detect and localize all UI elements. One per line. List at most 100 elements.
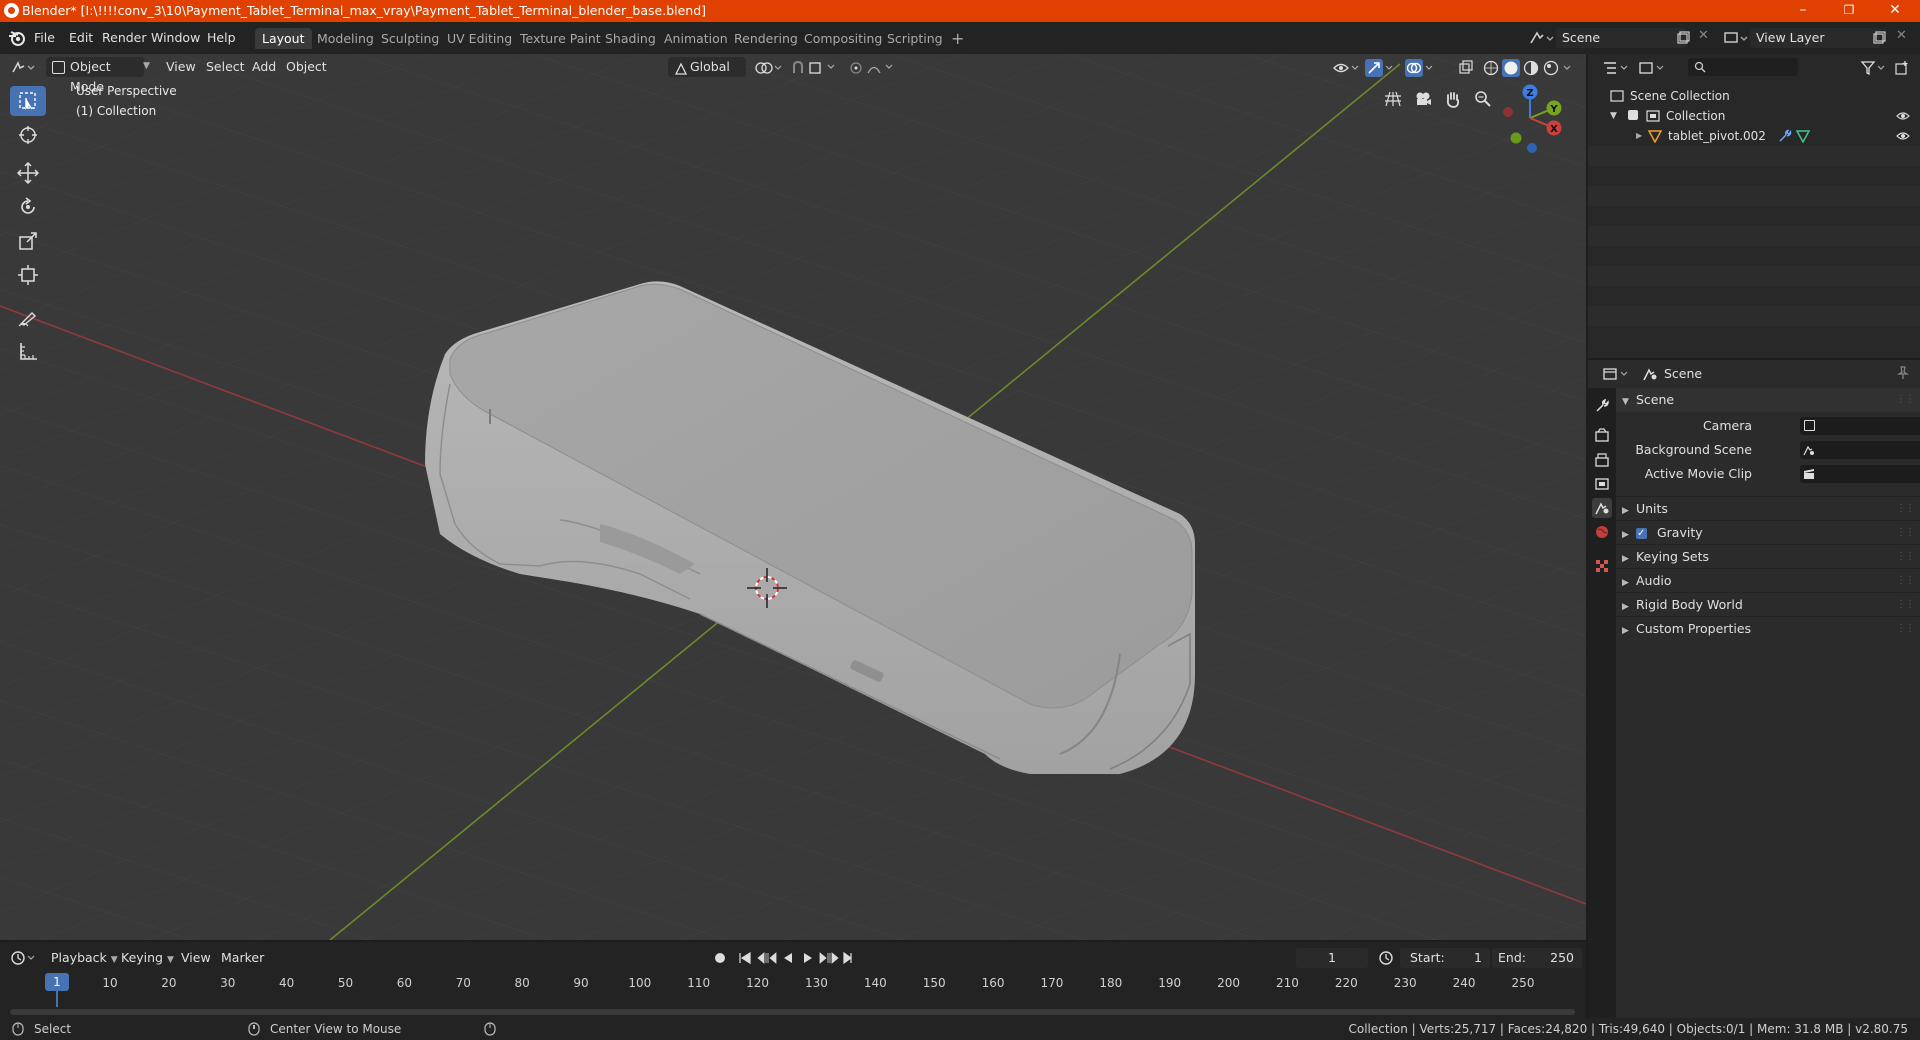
wrench-icon[interactable]	[1778, 129, 1792, 143]
tab-layout[interactable]: Layout	[255, 28, 312, 49]
tab-render-properties[interactable]	[1592, 426, 1612, 446]
background-scene-field[interactable]	[1800, 441, 1920, 459]
maximize-button[interactable]: ❐	[1826, 0, 1872, 22]
drag-handle-icon[interactable]: ⋮⋮	[1896, 593, 1915, 617]
scene-selector-icon[interactable]	[1528, 29, 1554, 47]
tab-tool-properties[interactable]	[1592, 396, 1612, 416]
tab-modeling[interactable]: Modeling	[310, 28, 381, 49]
minimize-button[interactable]: –	[1780, 0, 1826, 22]
outliner-editor-type-icon[interactable]	[1602, 60, 1630, 76]
eye-icon[interactable]	[1896, 131, 1910, 141]
outliner-search-input[interactable]	[1688, 58, 1798, 76]
outliner-row-object[interactable]: ▶ tablet_pivot.002	[1588, 126, 1920, 146]
new-scene-icon[interactable]	[1676, 31, 1690, 45]
properties-editor[interactable]: Scene ▼ Scene ⋮⋮ Camera Background Scene…	[1588, 360, 1920, 1018]
tab-shading[interactable]: Shading	[598, 28, 663, 49]
tab-texture-paint[interactable]: Texture Paint	[513, 28, 608, 49]
drag-handle-icon[interactable]: ⋮⋮	[1896, 497, 1915, 521]
outliner-row-collection[interactable]: ▼ Collection	[1588, 106, 1920, 126]
select-box-tool[interactable]	[10, 86, 46, 116]
transform-tool[interactable]	[10, 260, 46, 290]
drag-handle-icon[interactable]: ⋮⋮	[1896, 388, 1915, 412]
menu-render[interactable]: Render	[102, 29, 147, 47]
mesh-data-icon[interactable]	[1796, 129, 1810, 143]
filter-icon[interactable]	[1860, 60, 1886, 76]
custom-properties-panel-header[interactable]: ▶ Custom Properties ⋮⋮	[1616, 616, 1920, 641]
expand-arrow-icon[interactable]: ▶	[1636, 126, 1642, 146]
camera-view-button[interactable]	[1410, 86, 1436, 112]
move-tool[interactable]	[10, 158, 46, 188]
scene-panel-header[interactable]: ▼ Scene ⋮⋮	[1616, 388, 1920, 412]
gravity-checkbox[interactable]: ✓	[1635, 528, 1647, 539]
camera-field[interactable]	[1800, 417, 1920, 435]
blender-menu-icon[interactable]	[8, 30, 26, 46]
tab-animation[interactable]: Animation	[657, 28, 735, 49]
display-mode-icon[interactable]	[1638, 60, 1666, 76]
new-collection-icon[interactable]	[1894, 60, 1910, 76]
rigid-body-world-panel-header[interactable]: ▶ Rigid Body World ⋮⋮	[1616, 592, 1920, 617]
close-button[interactable]: ✕	[1872, 0, 1918, 22]
eye-icon[interactable]	[1896, 111, 1910, 121]
xray-toggle-icon[interactable]	[1458, 60, 1474, 76]
frame-ruler[interactable]: 1 10 20 30 40 50 60 70 80 90 100 110 120 130 140 150 160…	[0, 942, 1586, 1018]
3d-viewport[interactable]: Object Mode ▼ View Select Add Object Glo…	[0, 54, 1586, 940]
tab-texture-properties[interactable]	[1592, 556, 1612, 576]
add-workspace-button[interactable]: +	[944, 28, 971, 49]
rotate-tool[interactable]	[10, 192, 46, 222]
toggle-ortho-button[interactable]	[1380, 86, 1406, 112]
view-layer-selector-icon[interactable]	[1722, 29, 1748, 47]
menu-window[interactable]: Window	[151, 29, 200, 47]
drag-handle-icon[interactable]: ⋮⋮	[1896, 569, 1915, 593]
new-view-layer-icon[interactable]	[1872, 31, 1886, 45]
outliner-editor[interactable]: Scene Collection ▼ Collection ▶ tablet_p…	[1588, 54, 1920, 358]
audio-panel-header[interactable]: ▶ Audio ⋮⋮	[1616, 568, 1920, 593]
view-layer-field[interactable]: View Layer	[1750, 28, 1880, 48]
drag-handle-icon[interactable]: ⋮⋮	[1896, 545, 1915, 569]
tab-world-properties[interactable]	[1592, 522, 1612, 542]
viewport-menu-view[interactable]: View	[160, 57, 202, 77]
cursor-tool[interactable]	[10, 120, 46, 150]
active-movie-clip-field[interactable]	[1800, 465, 1920, 483]
timeline-editor[interactable]: Playback ▼ Keying ▼ View Marker 1 Start:…	[0, 942, 1586, 1018]
pin-icon[interactable]	[1896, 366, 1910, 380]
collection-checkbox[interactable]	[1628, 110, 1638, 120]
proportional-editing-icon[interactable]	[848, 60, 898, 76]
tab-sculpting[interactable]: Sculpting	[374, 28, 446, 49]
tab-scene-properties[interactable]	[1592, 498, 1612, 518]
tab-output-properties[interactable]	[1592, 450, 1612, 470]
menu-file[interactable]: File	[34, 29, 55, 47]
measure-tool[interactable]	[10, 336, 46, 366]
delete-view-layer-icon[interactable]: ✕	[1896, 28, 1907, 43]
units-panel-header[interactable]: ▶ Units ⋮⋮	[1616, 496, 1920, 521]
playhead-frame-indicator[interactable]: 1	[45, 973, 69, 991]
menu-edit[interactable]: Edit	[69, 29, 93, 47]
tab-view-layer-properties[interactable]	[1592, 474, 1612, 494]
pan-view-button[interactable]	[1440, 86, 1466, 112]
drag-handle-icon[interactable]: ⋮⋮	[1896, 521, 1915, 545]
zoom-view-button[interactable]	[1470, 86, 1496, 112]
viewport-menu-add[interactable]: Add	[246, 57, 282, 77]
snap-icon[interactable]	[790, 60, 842, 76]
scale-tool[interactable]	[10, 226, 46, 256]
viewport-menu-object[interactable]: Object	[280, 57, 333, 77]
navigation-gizmo[interactable]: Z Y X	[1494, 82, 1566, 154]
tab-compositing[interactable]: Compositing	[797, 28, 889, 49]
shading-mode-group[interactable]	[1482, 59, 1574, 77]
delete-scene-icon[interactable]: ✕	[1698, 28, 1709, 43]
overlays-toggle-icon[interactable]	[1404, 58, 1434, 78]
drag-handle-icon[interactable]: ⋮⋮	[1896, 617, 1915, 641]
scene-name-field[interactable]: Scene	[1556, 28, 1686, 48]
gravity-panel-header[interactable]: ▶ ✓ Gravity ⋮⋮	[1616, 520, 1920, 545]
tab-rendering[interactable]: Rendering	[727, 28, 805, 49]
visibility-selectability-icon[interactable]	[1332, 60, 1360, 76]
expand-arrow-icon[interactable]: ▼	[1610, 106, 1617, 126]
tab-uv-editing[interactable]: UV Editing	[440, 28, 519, 49]
annotate-tool[interactable]	[10, 302, 46, 332]
timeline-scrollbar[interactable]	[10, 1009, 1575, 1015]
gizmo-toggle-icon[interactable]	[1364, 58, 1394, 78]
pivot-point-icon[interactable]	[754, 61, 784, 75]
viewport-menu-select[interactable]: Select	[200, 57, 251, 77]
editor-type-icon[interactable]	[10, 60, 36, 76]
menu-help[interactable]: Help	[207, 29, 236, 47]
properties-editor-type-icon[interactable]	[1602, 366, 1630, 382]
